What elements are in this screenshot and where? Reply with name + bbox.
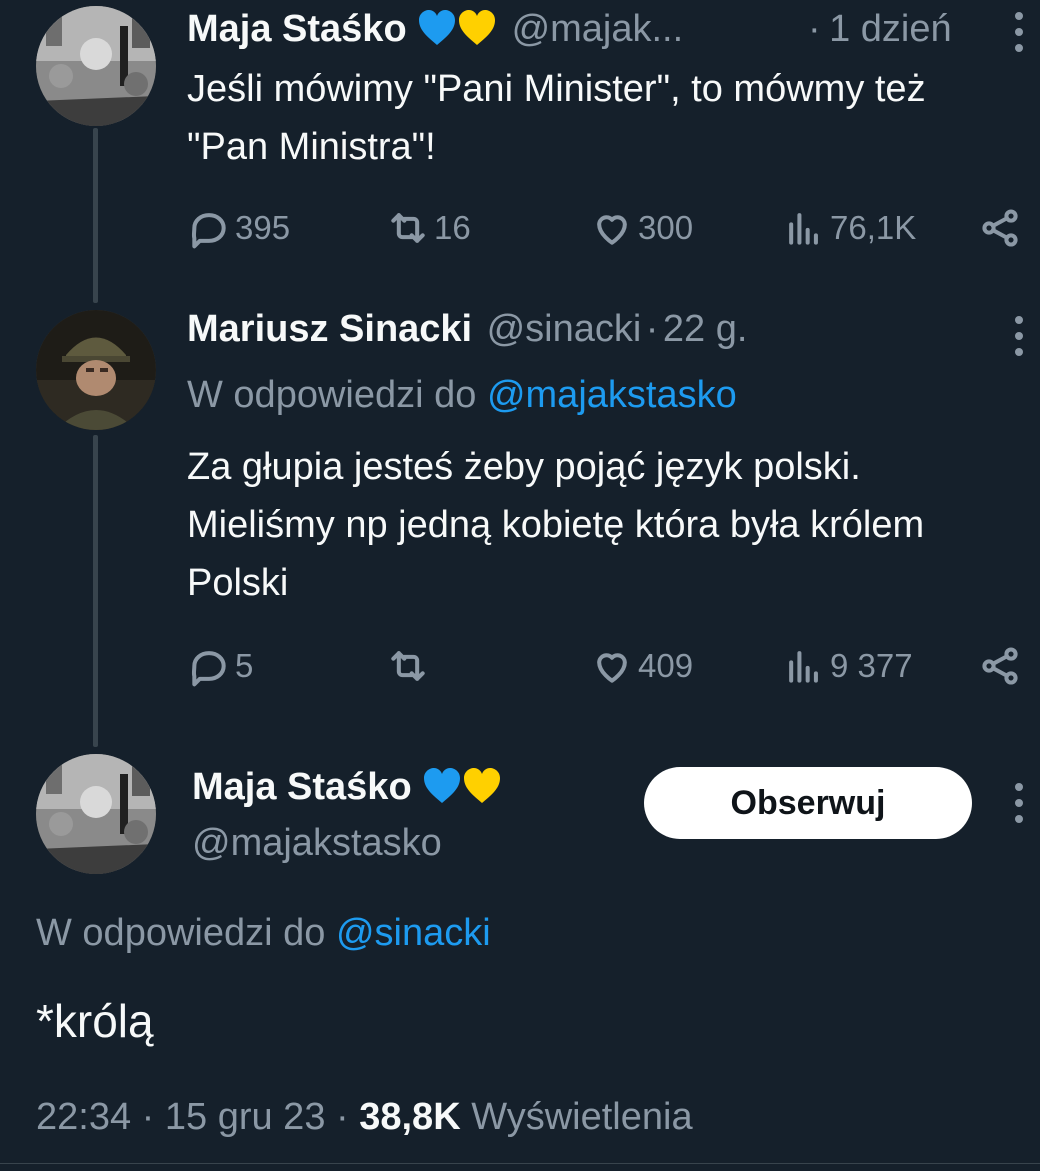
reply-prefix: W odpowiedzi do bbox=[187, 374, 477, 416]
tweet-time[interactable]: 22 g. bbox=[663, 308, 748, 350]
tweet-1-text: Jeśli mówimy "Pani Minister", to mówmy t… bbox=[187, 68, 926, 168]
author-name[interactable]: Mariusz Sinacki bbox=[187, 308, 472, 350]
avatar-image bbox=[36, 754, 156, 874]
like-button[interactable]: 409 bbox=[590, 644, 693, 688]
tweet-1-header: Maja Staśko @majak... bbox=[187, 8, 683, 51]
main-tweet-author: Maja Staśko bbox=[192, 766, 502, 809]
blue-heart-icon bbox=[424, 768, 461, 803]
views-button[interactable]: 76,1K bbox=[782, 206, 916, 250]
tweet-thread: Maja Staśko @majak... · 1 dzień Jeśli mó… bbox=[0, 0, 1040, 1171]
share-icon bbox=[982, 209, 1018, 247]
author-handle[interactable]: @majakstasko bbox=[192, 822, 442, 865]
tweet-meta: 22:34 · 15 gru 23 · 38,8K Wyświetlenia bbox=[36, 1096, 693, 1139]
views-button[interactable]: 9 377 bbox=[782, 644, 913, 688]
views-count: 76,1K bbox=[830, 209, 917, 246]
more-icon[interactable] bbox=[1014, 12, 1024, 52]
share-icon bbox=[982, 647, 1018, 685]
yellow-heart-icon bbox=[464, 768, 501, 803]
like-count: 409 bbox=[638, 647, 694, 684]
retweet-icon bbox=[391, 213, 425, 243]
reply-icon bbox=[191, 213, 226, 249]
tweet-1-time-group: · 1 dzień bbox=[808, 8, 952, 51]
share-button[interactable] bbox=[978, 206, 1022, 250]
like-button[interactable]: 300 bbox=[590, 206, 693, 250]
views-label: Wyświetlenia bbox=[471, 1096, 693, 1138]
emoji-hearts bbox=[422, 767, 502, 805]
blue-heart-icon bbox=[419, 10, 456, 45]
tweet-time[interactable]: 22:34 bbox=[36, 1096, 131, 1138]
views-icon bbox=[789, 213, 818, 245]
main-tweet-text: *królą bbox=[36, 995, 154, 1047]
separator-dot: · bbox=[808, 8, 821, 50]
avatar-image bbox=[36, 6, 156, 126]
reply-prefix: W odpowiedzi do bbox=[36, 912, 326, 954]
reply-mention-link[interactable]: @majakstasko bbox=[487, 374, 737, 416]
avatar-maja[interactable] bbox=[36, 754, 156, 874]
reply-context: W odpowiedzi do @majakstasko bbox=[187, 374, 737, 417]
separator-dot: · bbox=[141, 1096, 155, 1138]
reply-count: 395 bbox=[235, 209, 291, 246]
reply-button[interactable]: 5 bbox=[187, 644, 253, 688]
reply-count: 5 bbox=[235, 647, 254, 684]
tweet-2-header: Mariusz Sinacki @sinacki · 22 g. bbox=[187, 308, 747, 351]
more-icon[interactable] bbox=[1014, 783, 1024, 823]
like-count: 300 bbox=[638, 209, 694, 246]
follow-button[interactable]: Obserwuj bbox=[644, 767, 972, 839]
like-icon bbox=[597, 215, 627, 245]
retweet-count: 16 bbox=[434, 209, 471, 246]
author-name[interactable]: Maja Staśko bbox=[187, 8, 407, 50]
separator-dot: · bbox=[336, 1096, 349, 1138]
author-handle[interactable]: @sinacki bbox=[487, 308, 642, 350]
share-button[interactable] bbox=[978, 644, 1022, 688]
like-icon bbox=[597, 653, 627, 683]
views-count: 38,8K bbox=[359, 1096, 461, 1138]
views-icon bbox=[789, 651, 818, 683]
more-icon[interactable] bbox=[1014, 316, 1024, 356]
thread-line-1 bbox=[93, 128, 98, 303]
tweet-date[interactable]: 15 gru 23 bbox=[165, 1096, 326, 1138]
views-count: 9 377 bbox=[830, 647, 913, 684]
reply-icon bbox=[191, 651, 226, 687]
tweet-2-text: Za głupia jesteś żeby pojąć język polski… bbox=[187, 446, 925, 604]
retweet-button[interactable] bbox=[386, 644, 434, 688]
author-handle[interactable]: @majak... bbox=[512, 8, 684, 50]
reply-button[interactable]: 395 bbox=[187, 206, 290, 250]
retweet-button[interactable]: 16 bbox=[386, 206, 471, 250]
thread-line-2 bbox=[93, 435, 98, 747]
retweet-icon bbox=[391, 651, 425, 681]
avatar-mariusz[interactable] bbox=[36, 310, 156, 430]
avatar-image bbox=[36, 310, 156, 430]
author-name[interactable]: Maja Staśko bbox=[192, 766, 412, 808]
tweet-time[interactable]: 1 dzień bbox=[829, 8, 952, 50]
avatar-maja[interactable] bbox=[36, 6, 156, 126]
divider bbox=[0, 1163, 1040, 1164]
reply-mention-link[interactable]: @sinacki bbox=[336, 912, 491, 954]
reply-context: W odpowiedzi do @sinacki bbox=[36, 912, 491, 955]
separator-dot: · bbox=[645, 308, 659, 350]
emoji-hearts bbox=[417, 9, 497, 47]
yellow-heart-icon bbox=[459, 10, 496, 45]
